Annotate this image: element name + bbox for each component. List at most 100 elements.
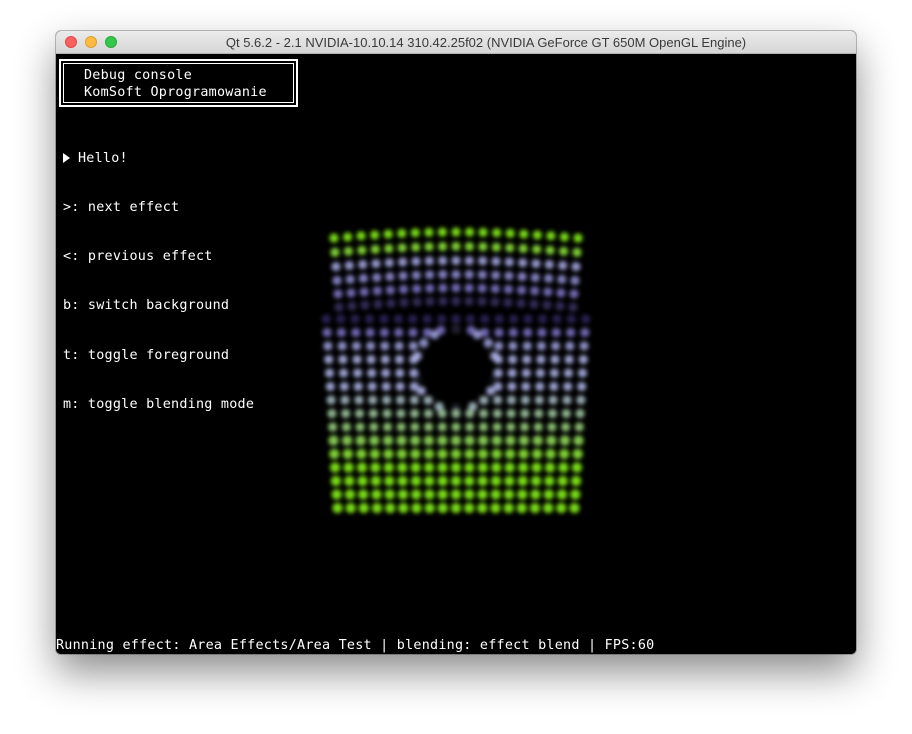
particle bbox=[556, 489, 568, 500]
particle bbox=[370, 230, 380, 240]
log-line-hello: Hello! bbox=[63, 151, 254, 167]
particle bbox=[552, 314, 562, 324]
particle bbox=[570, 275, 580, 286]
particle bbox=[381, 381, 391, 392]
particle bbox=[518, 258, 528, 268]
title-bar[interactable]: Qt 5.6.2 - 2.1 NVIDIA-10.10.14 310.42.25… bbox=[56, 31, 856, 54]
particle bbox=[386, 298, 396, 308]
particle bbox=[437, 314, 447, 324]
particle bbox=[559, 232, 569, 242]
particle bbox=[394, 341, 404, 351]
particle bbox=[408, 314, 418, 324]
particle bbox=[480, 314, 490, 324]
particle bbox=[563, 381, 573, 392]
particle bbox=[365, 327, 375, 338]
particle bbox=[424, 242, 434, 252]
particle bbox=[555, 301, 565, 311]
particle bbox=[491, 448, 502, 460]
particle bbox=[570, 489, 581, 500]
particle bbox=[546, 231, 556, 241]
particle bbox=[408, 341, 418, 351]
particle bbox=[508, 327, 518, 338]
hello-text: Hello! bbox=[78, 150, 128, 166]
particle bbox=[508, 341, 518, 351]
particle bbox=[384, 489, 395, 500]
status-bar: Running effect: Area Effects/Area Test |… bbox=[56, 638, 655, 653]
particle bbox=[464, 256, 474, 266]
particle bbox=[328, 422, 338, 432]
particle bbox=[543, 502, 554, 514]
particle bbox=[430, 330, 440, 340]
particle bbox=[484, 342, 494, 352]
particle bbox=[451, 227, 461, 237]
close-window-button[interactable] bbox=[65, 36, 77, 48]
particle bbox=[424, 256, 434, 266]
particle bbox=[493, 368, 503, 378]
particle bbox=[423, 435, 434, 446]
particle bbox=[450, 435, 462, 446]
particle bbox=[477, 283, 487, 293]
particle bbox=[437, 408, 447, 419]
help-item-switch-background: b: switch background bbox=[63, 298, 230, 314]
particle bbox=[425, 270, 435, 280]
help-item-next-effect: >: next effect bbox=[63, 200, 180, 216]
particle bbox=[546, 435, 557, 446]
particle bbox=[366, 354, 376, 365]
particle bbox=[581, 314, 591, 324]
particle bbox=[416, 386, 426, 396]
particle bbox=[437, 462, 448, 473]
particle bbox=[338, 354, 348, 365]
particle bbox=[571, 462, 583, 473]
particle bbox=[382, 408, 392, 419]
particle bbox=[505, 243, 515, 253]
particle bbox=[532, 230, 542, 240]
particle bbox=[397, 243, 407, 253]
particle bbox=[383, 462, 394, 473]
particle bbox=[438, 256, 448, 266]
particle bbox=[353, 381, 363, 392]
render-viewport[interactable]: Debug console KomSoft Oprogramowanie Hel… bbox=[56, 54, 856, 654]
particle bbox=[450, 489, 462, 500]
particle bbox=[397, 475, 408, 487]
particle bbox=[351, 341, 361, 351]
particle bbox=[518, 462, 529, 473]
particle bbox=[359, 287, 369, 297]
zoom-window-button[interactable] bbox=[105, 36, 117, 48]
particle bbox=[516, 502, 527, 514]
particle bbox=[530, 475, 542, 487]
particle bbox=[530, 489, 541, 500]
particle bbox=[531, 462, 542, 473]
particle bbox=[424, 489, 435, 500]
particle bbox=[367, 381, 377, 392]
particle bbox=[379, 314, 389, 324]
particle bbox=[578, 354, 588, 365]
particle bbox=[341, 435, 353, 446]
particle bbox=[507, 381, 517, 392]
particle bbox=[418, 342, 428, 352]
particle bbox=[565, 341, 575, 351]
particle bbox=[355, 435, 366, 446]
particle bbox=[369, 435, 380, 446]
particle bbox=[506, 422, 516, 432]
particle bbox=[451, 314, 461, 324]
particle bbox=[503, 502, 514, 514]
particle bbox=[559, 246, 569, 256]
particle bbox=[344, 260, 354, 271]
particle bbox=[532, 244, 542, 254]
minimize-window-button[interactable] bbox=[85, 36, 97, 48]
particle bbox=[493, 354, 503, 365]
particle bbox=[346, 288, 356, 298]
particle bbox=[394, 354, 404, 365]
particle bbox=[534, 395, 544, 405]
particle bbox=[464, 269, 474, 280]
particle bbox=[477, 475, 488, 487]
particle bbox=[505, 435, 516, 446]
particle bbox=[575, 408, 585, 419]
particle bbox=[520, 395, 530, 405]
particle bbox=[437, 448, 448, 460]
particle bbox=[543, 489, 554, 500]
particle bbox=[493, 395, 503, 405]
particle bbox=[399, 297, 409, 308]
particle bbox=[577, 368, 588, 378]
particle bbox=[382, 395, 392, 405]
